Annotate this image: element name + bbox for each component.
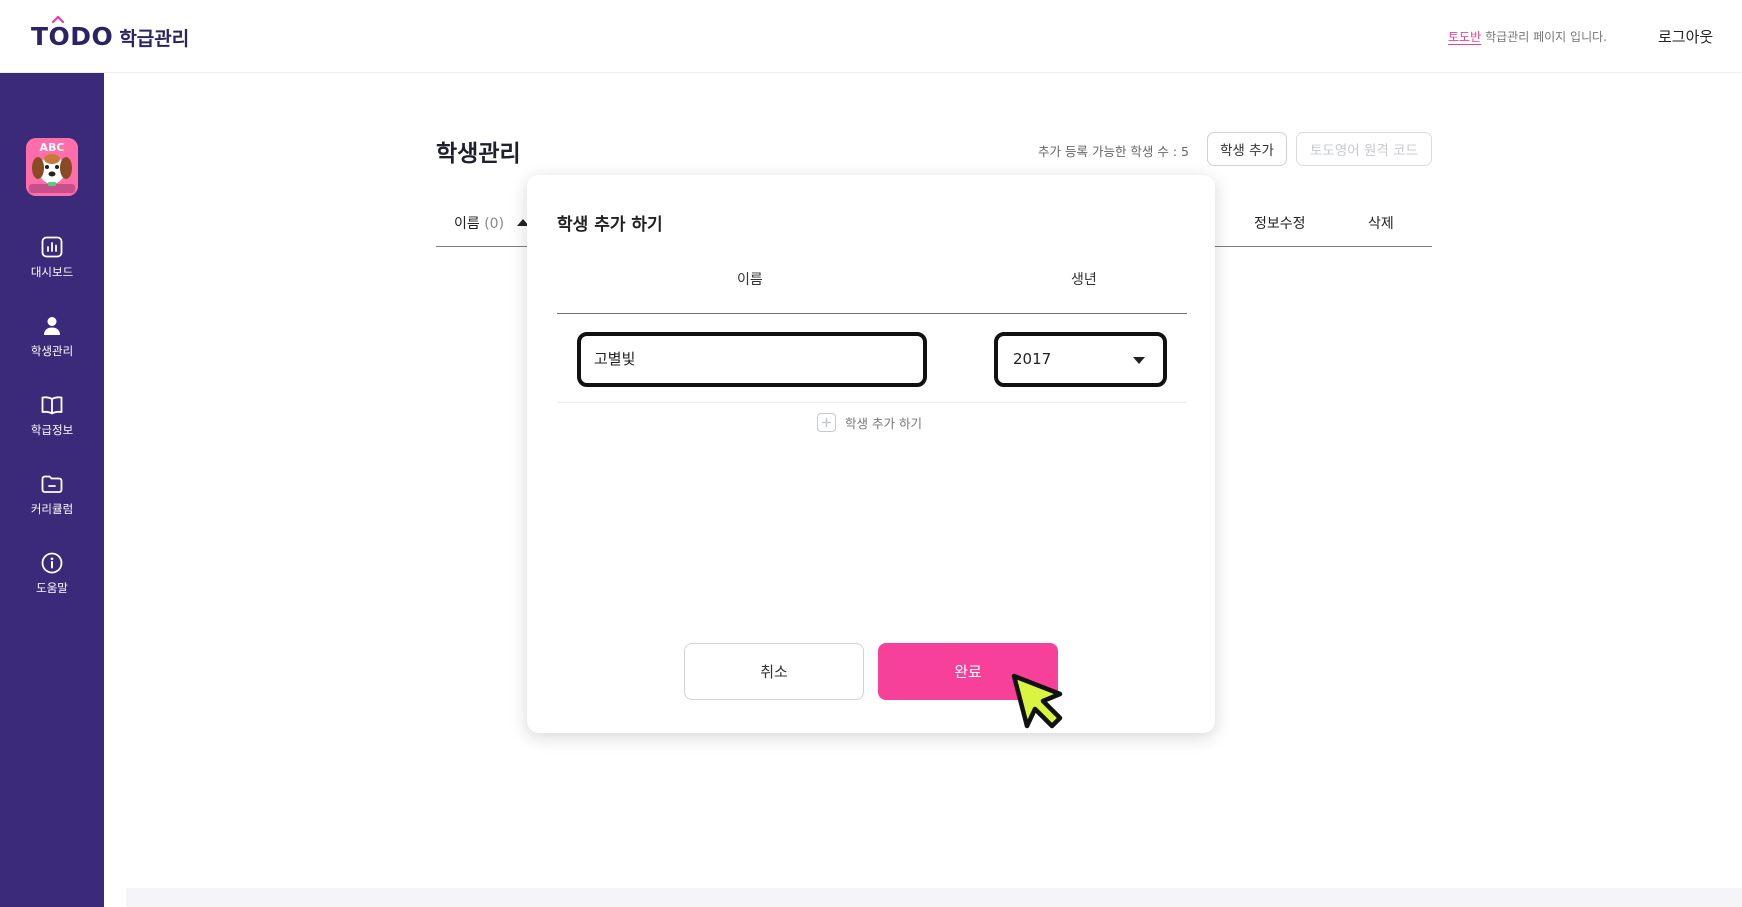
footer-strip	[126, 888, 1742, 907]
sidebar-item-label: 대시보드	[30, 265, 74, 279]
name-column-header[interactable]: 이름 (0)	[454, 213, 529, 233]
dog-avatar-icon: ABC	[26, 138, 78, 196]
logout-button[interactable]: 로그아웃	[1658, 26, 1713, 47]
modal-table-header: 이름 생년	[557, 269, 1187, 314]
birth-year-value: 2017	[1013, 350, 1052, 368]
bar-chart-icon	[41, 236, 63, 258]
sidebar-item-label: 학생관리	[30, 344, 74, 358]
avatar-text: ABC	[40, 141, 65, 154]
birth-year-select[interactable]: 2017	[994, 332, 1167, 387]
logo-roof-icon	[52, 16, 64, 23]
name-column-label: 이름	[737, 272, 763, 288]
sidebar-item-label: 도움말	[36, 581, 68, 595]
sidebar-item-curriculum[interactable]: 커리큘럼	[0, 472, 104, 517]
top-header: TODO 학급관리 토도반 학급관리 페이지 입니다. 로그아웃	[0, 0, 1742, 73]
chevron-down-icon	[1133, 357, 1145, 364]
person-icon	[44, 317, 60, 335]
class-avatar[interactable]: ABC	[26, 138, 78, 196]
sidebar: ABC 대시보드 학생관리 학급정보 커리큘럼 도움말	[0, 73, 104, 907]
add-student-row-button[interactable]: 학생 추가 하기	[817, 413, 922, 432]
student-count: (0)	[484, 216, 505, 232]
class-name-link[interactable]: 토도반	[1448, 30, 1481, 44]
app-logo[interactable]: TODO 학급관리	[31, 16, 190, 51]
header-class-note: 토도반 학급관리 페이지 입니다.	[1448, 28, 1607, 45]
add-student-button[interactable]: 학생 추가	[1207, 132, 1287, 166]
birth-year-column-label: 생년	[1071, 272, 1097, 288]
sidebar-item-students[interactable]: 학생관리	[0, 314, 104, 359]
student-name-input[interactable]: 고별빛	[577, 332, 927, 387]
add-row-label: 학생 추가 하기	[845, 416, 922, 431]
delete-column-header: 삭제	[1368, 216, 1394, 232]
page-title: 학생관리	[436, 141, 521, 167]
logo-wordmark: TODO	[31, 22, 114, 51]
sidebar-item-dashboard[interactable]: 대시보드	[0, 235, 104, 280]
folder-icon	[41, 475, 63, 493]
sidebar-item-class-info[interactable]: 학급정보	[0, 393, 104, 438]
add-student-modal: 학생 추가 하기 이름 생년 고별빛 2017 학생 추가 하기 취소 완료	[527, 175, 1215, 733]
edit-column-header: 정보수정	[1254, 216, 1306, 232]
cancel-button[interactable]: 취소	[684, 643, 864, 700]
mouse-pointer-icon	[1011, 673, 1063, 729]
plus-icon	[817, 413, 836, 432]
sidebar-item-label: 커리큘럼	[30, 502, 74, 516]
book-icon	[41, 396, 63, 415]
row-divider	[557, 402, 1187, 403]
logo-subtitle: 학급관리	[119, 28, 190, 50]
sidebar-item-help[interactable]: 도움말	[0, 551, 104, 596]
name-column-label: 이름	[454, 216, 480, 232]
header-note-text: 학급관리 페이지 입니다.	[1485, 30, 1607, 44]
remote-code-button[interactable]: 토도영어 원격 코드	[1296, 132, 1432, 166]
capacity-text: 추가 등록 가능한 학생 수 : 5	[1038, 144, 1190, 159]
sidebar-item-label: 학급정보	[30, 423, 74, 437]
modal-title: 학생 추가 하기	[557, 215, 663, 235]
info-icon	[41, 552, 63, 574]
